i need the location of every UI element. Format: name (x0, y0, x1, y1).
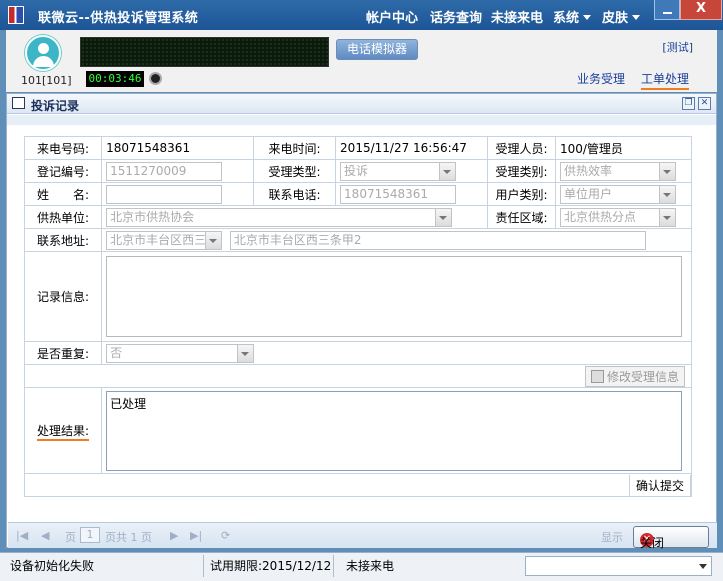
menu-skin[interactable]: 皮肤 (602, 7, 641, 26)
accept-type-label: 受理类型: (253, 159, 337, 183)
close-window-button[interactable]: X (680, 0, 722, 20)
panel-title: 投诉记录 (31, 99, 80, 113)
handler-value: 100/管理员 (554, 136, 693, 160)
document-icon (12, 97, 25, 109)
modify-accept-info-label: 修改受理信息 (606, 369, 679, 384)
modify-accept-info-button[interactable]: 修改受理信息 (584, 365, 685, 387)
contact-phone-field[interactable]: 18071548361 (340, 184, 457, 204)
status-bar: 设备初始化失败 试用期限:2015/12/12 未接来电 (0, 552, 723, 581)
result-label: 处理结果: (37, 424, 90, 441)
caller-number-label: 来电号码: (23, 136, 103, 160)
record-button[interactable] (149, 72, 162, 85)
app-logo-icon (8, 6, 24, 24)
menu-call-query[interactable]: 话务查询 (430, 7, 482, 26)
chevron-down-icon (583, 15, 592, 20)
chevron-down-icon (632, 15, 641, 20)
user-category-label: 用户类别: (487, 182, 556, 206)
status-separator (203, 555, 204, 577)
supplier-label: 供热单位: (23, 205, 103, 229)
repeat-select[interactable]: 否 (106, 343, 255, 363)
extension-number: 101[101] (21, 74, 72, 87)
save-icon (590, 369, 604, 383)
record-textarea[interactable] (106, 256, 683, 337)
missed-calls-status[interactable]: 未接来电 (346, 557, 394, 574)
refresh-icon[interactable]: ⟳ (221, 529, 230, 542)
address-detail-field[interactable]: 北京市丰台区西三条甲2 (229, 230, 646, 250)
page-label: 页 (65, 531, 76, 544)
complaint-form: 来电号码: 18071548361 来电时间: 2015/11/27 16:56… (23, 136, 693, 497)
result-textarea[interactable]: 已处理 (106, 390, 683, 471)
caller-number-value: 18071548361 (101, 136, 255, 160)
menu-system[interactable]: 系统 (553, 7, 592, 26)
header-panel: 101[101] 00:03:46 电话模拟器 [测试] 业务受理 工单处理 (6, 30, 717, 92)
accept-category-select[interactable]: 供热效率 (559, 161, 676, 181)
name-label: 姓 名: (23, 182, 103, 206)
accept-category-label: 受理类别: (487, 159, 556, 183)
complaint-record-window: 投诉记录 ❐ ✕ 来电号码: 18071548361 来电时间: 2015/11… (6, 93, 717, 550)
status-separator (333, 555, 334, 577)
nav-business-accept[interactable]: 业务受理 (577, 70, 625, 87)
call-time-label: 来电时间: (253, 136, 337, 160)
test-link[interactable]: [测试] (662, 39, 693, 55)
title-bar: 联微云--供热投诉管理系统 帐户中心 话务查询 未接来电 系统 皮肤 X (0, 0, 723, 30)
reg-number-field[interactable]: 1511270009 (106, 161, 223, 181)
restore-icon[interactable]: ❐ (682, 97, 695, 110)
app-title: 联微云--供热投诉管理系统 (38, 11, 199, 26)
call-time-value: 2015/11/27 16:56:47 (335, 136, 489, 160)
region-select[interactable]: 北京供热分点 (559, 207, 676, 227)
menu-account-center[interactable]: 帐户中心 (366, 7, 418, 26)
next-page-icon[interactable]: ▶ (170, 529, 178, 542)
page-input[interactable]: 1 (80, 527, 100, 543)
name-field[interactable] (106, 184, 223, 204)
minimize-button[interactable] (654, 0, 680, 20)
repeat-label: 是否重复: (23, 341, 103, 365)
prev-page-icon[interactable]: ◀ (41, 529, 49, 542)
close-button-label: 关闭 (640, 536, 665, 550)
supplier-select[interactable]: 北京市供热协会 (106, 207, 453, 227)
status-combo[interactable] (525, 556, 712, 576)
confirm-submit-button[interactable]: 确认提交 (628, 474, 691, 496)
address-district-select[interactable]: 北京市丰台区西三 (106, 230, 223, 250)
accept-type-select[interactable]: 投诉 (340, 161, 457, 181)
address-label: 联系地址: (23, 228, 103, 252)
record-label: 记录信息: (23, 251, 103, 342)
first-page-icon[interactable]: |◀ (16, 529, 28, 542)
user-category-select[interactable]: 单位用户 (559, 184, 676, 204)
page-total: 页共 1 页 (105, 531, 152, 544)
contact-phone-label: 联系电话: (253, 182, 337, 206)
menu-missed-calls[interactable]: 未接来电 (491, 7, 543, 26)
led-display (80, 37, 329, 67)
close-button[interactable]: ✕ 关闭 (633, 526, 709, 550)
close-icon[interactable]: ✕ (698, 97, 711, 110)
nav-ticket-processing[interactable]: 工单处理 (641, 70, 690, 90)
pager-bar: |◀ ◀ 页 1 页共 1 页 ▶ ▶| ⟳ 显示 ✕ 关闭 (8, 522, 717, 550)
last-page-icon[interactable]: ▶| (190, 529, 202, 542)
handler-label: 受理人员: (487, 136, 556, 160)
panel-band (7, 115, 716, 125)
region-label: 责任区域: (487, 205, 556, 229)
reg-number-label: 登记编号: (23, 159, 103, 183)
avatar (25, 35, 61, 71)
phone-simulator-button[interactable]: 电话模拟器 (336, 39, 418, 60)
panel-title-bar: 投诉记录 ❐ ✕ (7, 94, 716, 114)
menu-skin-label: 皮肤 (602, 11, 629, 26)
trial-period: 试用期限:2015/12/12 (210, 559, 332, 573)
menu-system-label: 系统 (553, 11, 580, 26)
display-label: 显示 (601, 531, 623, 544)
call-timer: 00:03:46 (86, 71, 144, 87)
device-status: 设备初始化失败 (10, 559, 95, 573)
